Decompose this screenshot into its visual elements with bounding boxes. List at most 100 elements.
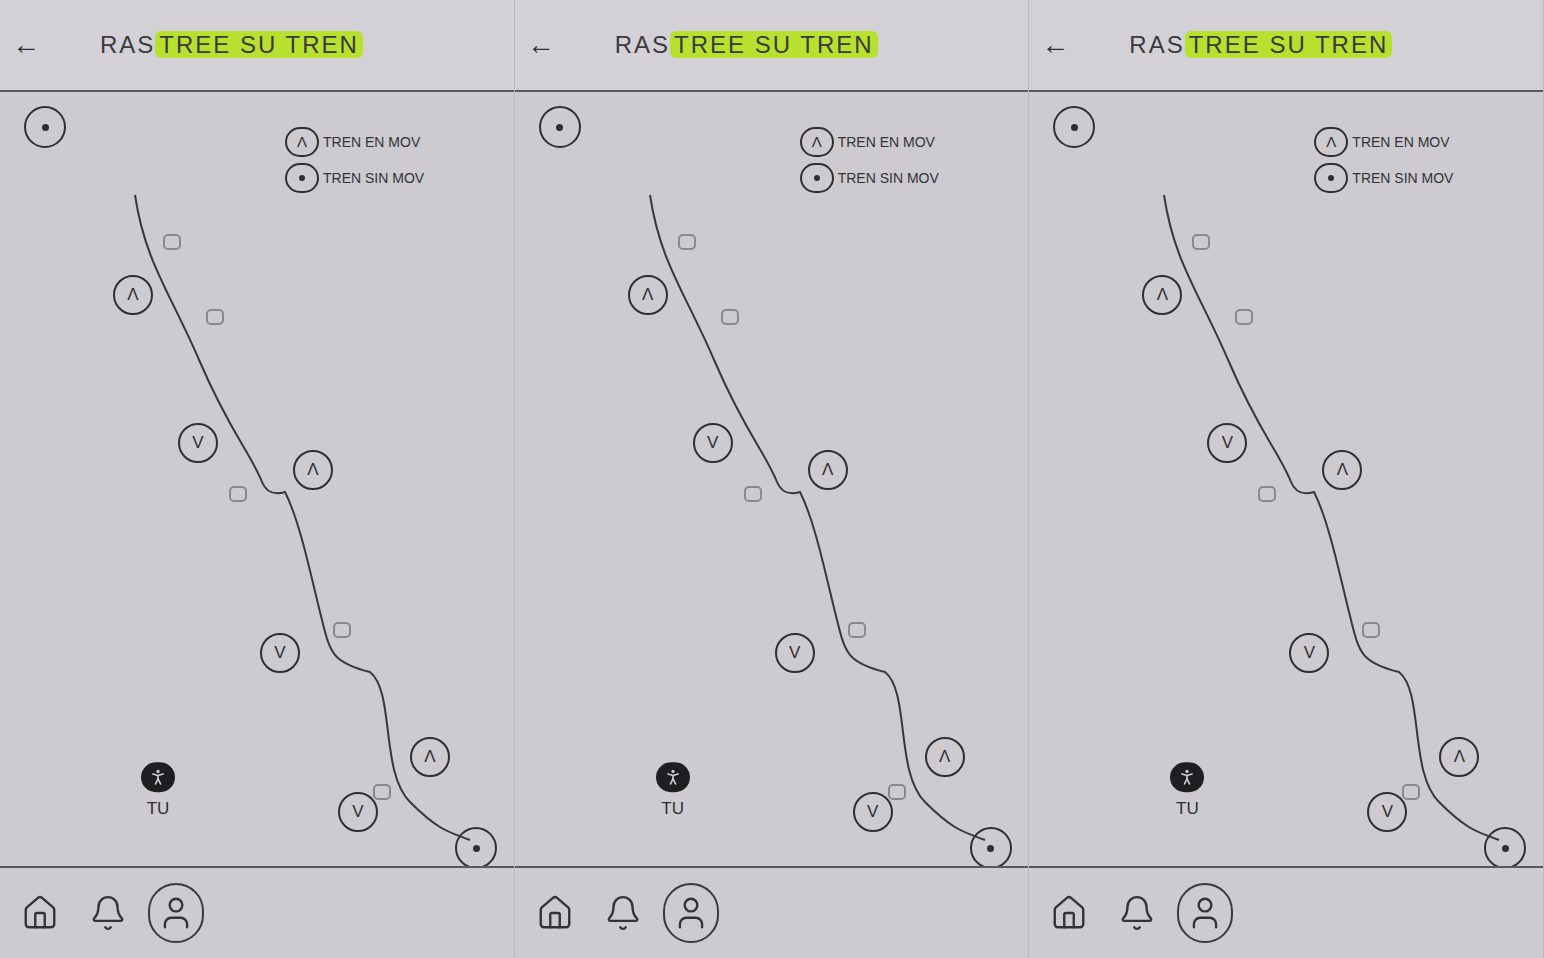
- legend-item: ΛTREN EN MOV: [285, 127, 424, 157]
- stopped-train-icon: [800, 163, 834, 193]
- screen-sketch: ←RASTREE SU TREN ΛTREN EN MOV TREN SIN MOV…: [0, 0, 515, 958]
- user-icon: [672, 894, 710, 932]
- nav-item[interactable]: [1109, 883, 1165, 943]
- moving-train-down-marker[interactable]: V: [693, 423, 733, 463]
- moving-train-up-marker[interactable]: Λ: [925, 737, 965, 777]
- moving-train-up-marker[interactable]: Λ: [628, 275, 668, 315]
- legend: ΛTREN EN MOV TREN SIN MOV: [800, 127, 939, 193]
- nav-item[interactable]: [595, 883, 651, 943]
- route-line: [515, 92, 1029, 866]
- station-marker[interactable]: [229, 486, 247, 502]
- dot-icon: [556, 124, 563, 131]
- title: RASTREE SU TREN: [1129, 27, 1392, 63]
- moving-train-icon: Λ: [800, 127, 834, 157]
- header: ←RASTREE SU TREN: [1029, 0, 1543, 92]
- moving-train-up-marker[interactable]: Λ: [1439, 737, 1479, 777]
- stopped-train-marker[interactable]: [24, 106, 66, 148]
- moving-train-down-marker[interactable]: V: [775, 633, 815, 673]
- moving-train-down-marker[interactable]: V: [338, 792, 378, 832]
- nav-item[interactable]: [527, 883, 583, 943]
- moving-train-down-marker[interactable]: V: [1367, 792, 1407, 832]
- bottom-nav: [515, 866, 1029, 958]
- back-button[interactable]: ←: [1041, 24, 1121, 66]
- moving-train-down-marker[interactable]: V: [178, 423, 218, 463]
- moving-train-down-marker[interactable]: V: [260, 633, 300, 673]
- nav-item[interactable]: [148, 883, 204, 943]
- moving-train-down-marker[interactable]: V: [1207, 423, 1247, 463]
- bottom-nav: [1029, 866, 1543, 958]
- station-marker[interactable]: [163, 234, 181, 250]
- moving-train-up-marker[interactable]: Λ: [113, 275, 153, 315]
- person-icon: [1170, 762, 1204, 792]
- bottom-nav: [0, 866, 514, 958]
- stopped-train-marker[interactable]: [455, 827, 497, 866]
- screen-sketch: ←RASTREE SU TREN ΛTREN EN MOVTREN SIN MOV…: [1029, 0, 1544, 958]
- station-marker[interactable]: [333, 622, 351, 638]
- bell-icon: [1118, 894, 1156, 932]
- header: ←RASTREE SU TREN: [0, 0, 514, 92]
- legend-item: TREN SIN MOV: [285, 163, 424, 193]
- stopped-train-marker[interactable]: [970, 827, 1012, 866]
- moving-train-up-marker[interactable]: Λ: [410, 737, 450, 777]
- station-marker[interactable]: [1258, 486, 1276, 502]
- highlight: TREE SU TREN: [670, 31, 878, 58]
- moving-train-up-marker[interactable]: Λ: [1142, 275, 1182, 315]
- moving-train-icon: Λ: [285, 127, 319, 157]
- station-marker[interactable]: [848, 622, 866, 638]
- station-marker[interactable]: [888, 784, 906, 800]
- nav-item[interactable]: [663, 883, 719, 943]
- station-marker[interactable]: [1235, 309, 1253, 325]
- back-button[interactable]: ←: [527, 24, 607, 66]
- station-marker[interactable]: [678, 234, 696, 250]
- person-icon: [141, 762, 175, 792]
- dot-icon: [987, 845, 994, 852]
- nav-item[interactable]: [1177, 883, 1233, 943]
- moving-train-up-marker[interactable]: Λ: [293, 450, 333, 490]
- moving-train-icon: Λ: [1314, 127, 1348, 157]
- route-line: [0, 92, 514, 866]
- stopped-train-marker[interactable]: [1053, 106, 1095, 148]
- moving-train-up-marker[interactable]: Λ: [808, 450, 848, 490]
- user-location[interactable]: TU: [141, 762, 175, 822]
- station-marker[interactable]: [1402, 784, 1420, 800]
- stopped-train-icon: [1314, 163, 1348, 193]
- station-marker[interactable]: [721, 309, 739, 325]
- legend-item: ΛTREN EN MOV: [800, 127, 939, 157]
- legend: ΛTREN EN MOV TREN SIN MOV: [285, 127, 424, 193]
- map[interactable]: ΛTREN EN MOVTREN SIN MOVΛVΛVΛVTU: [1029, 92, 1543, 866]
- user-location[interactable]: TU: [656, 762, 690, 822]
- dot-icon: [1071, 124, 1078, 131]
- station-marker[interactable]: [206, 309, 224, 325]
- map[interactable]: ΛTREN EN MOVTREN SIN MOVΛVΛVΛVTU: [515, 92, 1029, 866]
- moving-train-up-marker[interactable]: Λ: [1322, 450, 1362, 490]
- station-marker[interactable]: [373, 784, 391, 800]
- station-marker[interactable]: [1192, 234, 1210, 250]
- title: RASTREE SU TREN: [100, 27, 363, 63]
- stopped-train-marker[interactable]: [539, 106, 581, 148]
- person-icon: [656, 762, 690, 792]
- stopped-train-marker[interactable]: [1484, 827, 1526, 866]
- nav-item[interactable]: [12, 883, 68, 943]
- station-marker[interactable]: [1362, 622, 1380, 638]
- legend-item: TREN SIN MOV: [1314, 163, 1453, 193]
- page: ←RASTREE SU TRENΛTREN EN MOVTREN SIN MOV…: [0, 0, 1544, 958]
- map[interactable]: ΛTREN EN MOVTREN SIN MOVΛVΛVΛVTU: [0, 92, 514, 866]
- back-button[interactable]: ←: [12, 24, 92, 66]
- station-marker[interactable]: [744, 486, 762, 502]
- nav-item[interactable]: [1041, 883, 1097, 943]
- moving-train-down-marker[interactable]: V: [853, 792, 893, 832]
- dot-icon: [473, 845, 480, 852]
- nav-item[interactable]: [80, 883, 136, 943]
- legend-item: TREN SIN MOV: [800, 163, 939, 193]
- home-icon: [536, 894, 574, 932]
- user-icon: [1186, 894, 1224, 932]
- dot-icon: [42, 124, 49, 131]
- title: RASTREE SU TREN: [615, 27, 878, 63]
- user-location[interactable]: TU: [1170, 762, 1204, 822]
- bell-icon: [89, 894, 127, 932]
- legend: ΛTREN EN MOVTREN SIN MOV: [1314, 127, 1453, 193]
- moving-train-down-marker[interactable]: V: [1289, 633, 1329, 673]
- route-line: [1029, 92, 1543, 866]
- home-icon: [21, 894, 59, 932]
- highlight: TREE SU TREN: [1185, 31, 1393, 58]
